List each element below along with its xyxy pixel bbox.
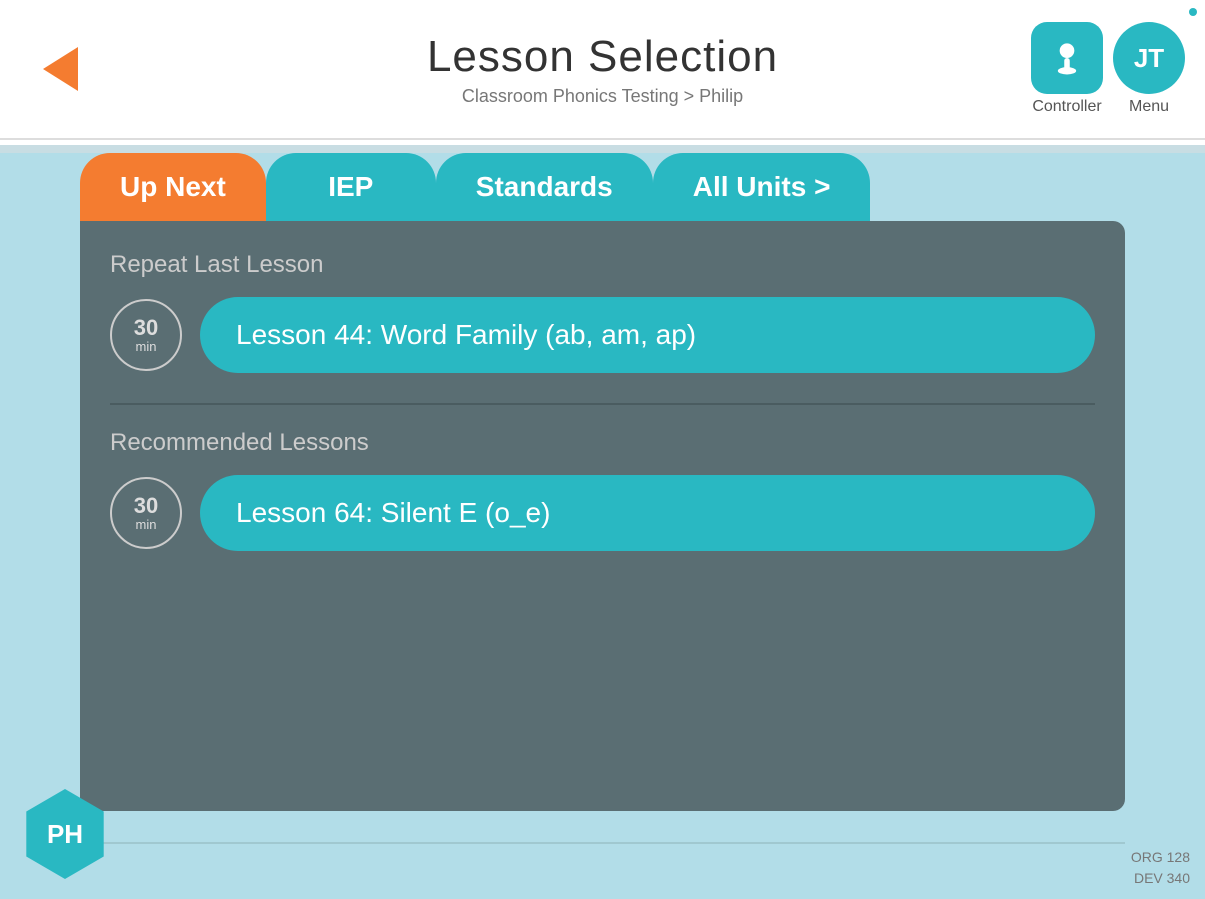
recommended-lesson-button[interactable]: Lesson 64: Silent E (o_e) [200, 475, 1095, 551]
tab-up-next[interactable]: Up Next [80, 153, 266, 221]
back-arrow-icon [43, 47, 78, 91]
breadcrumb: Classroom Phonics Testing > Philip [427, 86, 778, 107]
content-panel: Repeat Last Lesson 30 min Lesson 44: Wor… [80, 221, 1125, 811]
tab-all-units[interactable]: All Units > [653, 153, 871, 221]
recommended-time-badge: 30 min [110, 477, 182, 549]
controller-icon [1031, 22, 1103, 94]
header: Lesson Selection Classroom Phonics Testi… [0, 0, 1205, 140]
menu-label: Menu [1129, 98, 1169, 116]
repeat-time-number: 30 [134, 317, 158, 339]
menu-button[interactable]: JT Menu [1113, 22, 1185, 116]
repeat-section-label: Repeat Last Lesson [110, 251, 1095, 279]
user-avatar: JT [1113, 22, 1185, 94]
back-button[interactable] [30, 39, 90, 99]
version-line1: ORG 128 [1131, 847, 1190, 868]
controller-button[interactable]: Controller [1031, 22, 1103, 116]
version-info: ORG 128 DEV 340 [1131, 847, 1190, 889]
recommended-section-label: Recommended Lessons [110, 429, 1095, 457]
repeat-lesson-button[interactable]: Lesson 44: Word Family (ab, am, ap) [200, 297, 1095, 373]
repeat-time-badge: 30 min [110, 299, 182, 371]
bg-divider [0, 145, 1205, 153]
student-hexagon-icon: PH [20, 789, 110, 879]
status-dot [1189, 8, 1197, 16]
section-separator [110, 403, 1095, 405]
repeat-lesson-row: 30 min Lesson 44: Word Family (ab, am, a… [110, 297, 1095, 373]
bottom-divider [80, 842, 1125, 844]
recommended-lesson-row: 30 min Lesson 64: Silent E (o_e) [110, 475, 1095, 551]
repeat-time-unit: min [136, 339, 157, 354]
header-center: Lesson Selection Classroom Phonics Testi… [427, 32, 778, 107]
recommended-time-number: 30 [134, 495, 158, 517]
page-title: Lesson Selection [427, 32, 778, 82]
joystick-svg [1045, 36, 1089, 80]
version-line2: DEV 340 [1131, 868, 1190, 889]
main-content: Up Next IEP Standards All Units > Repeat… [80, 153, 1125, 839]
tab-iep[interactable]: IEP [266, 153, 436, 221]
recommended-time-unit: min [136, 517, 157, 532]
student-avatar: PH [20, 789, 110, 879]
tab-bar: Up Next IEP Standards All Units > [80, 153, 1125, 221]
controller-label: Controller [1032, 98, 1101, 116]
header-actions: Controller JT Menu [1031, 22, 1185, 116]
tab-standards[interactable]: Standards [436, 153, 653, 221]
